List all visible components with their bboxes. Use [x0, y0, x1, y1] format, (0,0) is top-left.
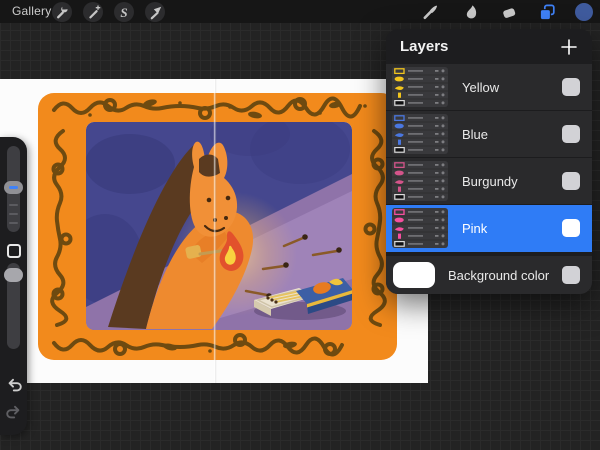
expand-group-chevron[interactable] [544, 174, 552, 188]
eraser-icon [500, 3, 518, 21]
layer-name: Burgundy [462, 174, 544, 189]
canvas-page[interactable] [0, 79, 428, 383]
layer-name: Yellow [462, 80, 544, 95]
selection-s-icon: S [120, 6, 127, 19]
brush-sidebar [0, 137, 27, 435]
gallery-button[interactable]: Gallery [12, 4, 51, 18]
transform-button[interactable] [145, 2, 165, 22]
redo-icon [5, 403, 23, 421]
brush-icon [421, 3, 439, 21]
slider-tick [9, 222, 18, 224]
layer-visibility-checkbox[interactable] [562, 219, 580, 237]
layers-panel-title: Layers [400, 38, 448, 55]
illustration-scene [67, 112, 353, 330]
paint-tool-button[interactable] [420, 2, 440, 22]
expand-group-chevron[interactable] [544, 80, 552, 94]
background-color-row[interactable]: Background color [386, 256, 592, 294]
layers-panel: Layers Yellow Blue Burgundy Pi [386, 29, 592, 294]
layer-group-thumbnail [392, 161, 448, 201]
page-fold-line [214, 79, 216, 383]
slider-tick [9, 204, 18, 206]
size-handle-accent [9, 186, 18, 189]
color-button[interactable] [574, 2, 594, 22]
layer-visibility-checkbox[interactable] [562, 172, 580, 190]
layer-group-thumbnail [392, 114, 448, 154]
redo-button[interactable] [4, 402, 23, 421]
layer-name: Blue [462, 127, 544, 142]
smudge-tool-button[interactable] [461, 2, 481, 22]
layer-row-yellow[interactable]: Yellow [386, 64, 592, 111]
canvas-artwork [0, 79, 428, 383]
slider-tick [9, 213, 18, 215]
layer-group-thumbnail [392, 67, 448, 107]
undo-button[interactable] [4, 375, 23, 394]
expand-group-chevron[interactable] [544, 221, 552, 235]
background-color-label: Background color [448, 268, 562, 283]
adjustments-button[interactable] [83, 2, 103, 22]
actions-button[interactable] [52, 2, 72, 22]
page-fold-shadow [215, 79, 216, 383]
undo-icon [5, 376, 23, 394]
wrench-icon [54, 4, 70, 20]
layer-group-thumbnail [392, 208, 448, 248]
layer-row-burgundy[interactable]: Burgundy [386, 158, 592, 205]
background-color-swatch[interactable] [393, 262, 435, 288]
layer-visibility-checkbox[interactable] [562, 125, 580, 143]
current-color-swatch [574, 2, 594, 22]
expand-group-chevron[interactable] [544, 127, 552, 141]
modify-button[interactable] [7, 244, 21, 258]
layer-visibility-checkbox[interactable] [562, 266, 580, 284]
layer-visibility-checkbox[interactable] [562, 78, 580, 96]
transform-arrow-icon [147, 4, 163, 20]
brush-opacity-handle[interactable] [4, 268, 23, 282]
eraser-tool-button[interactable] [499, 2, 519, 22]
procreate-app: Gallery S [0, 0, 600, 450]
top-toolbar: Gallery S [0, 0, 600, 23]
brush-size-handle[interactable] [4, 181, 23, 194]
layers-button[interactable] [537, 2, 557, 22]
layer-name: Pink [462, 221, 544, 236]
smudge-finger-icon [462, 3, 480, 21]
magic-wand-icon [85, 4, 101, 20]
layer-row-pink[interactable]: Pink [386, 205, 592, 252]
layer-row-blue[interactable]: Blue [386, 111, 592, 158]
layers-panel-header: Layers [386, 29, 592, 64]
selection-button[interactable]: S [114, 2, 134, 22]
add-layer-button[interactable] [560, 38, 578, 56]
layers-icon [538, 3, 556, 21]
